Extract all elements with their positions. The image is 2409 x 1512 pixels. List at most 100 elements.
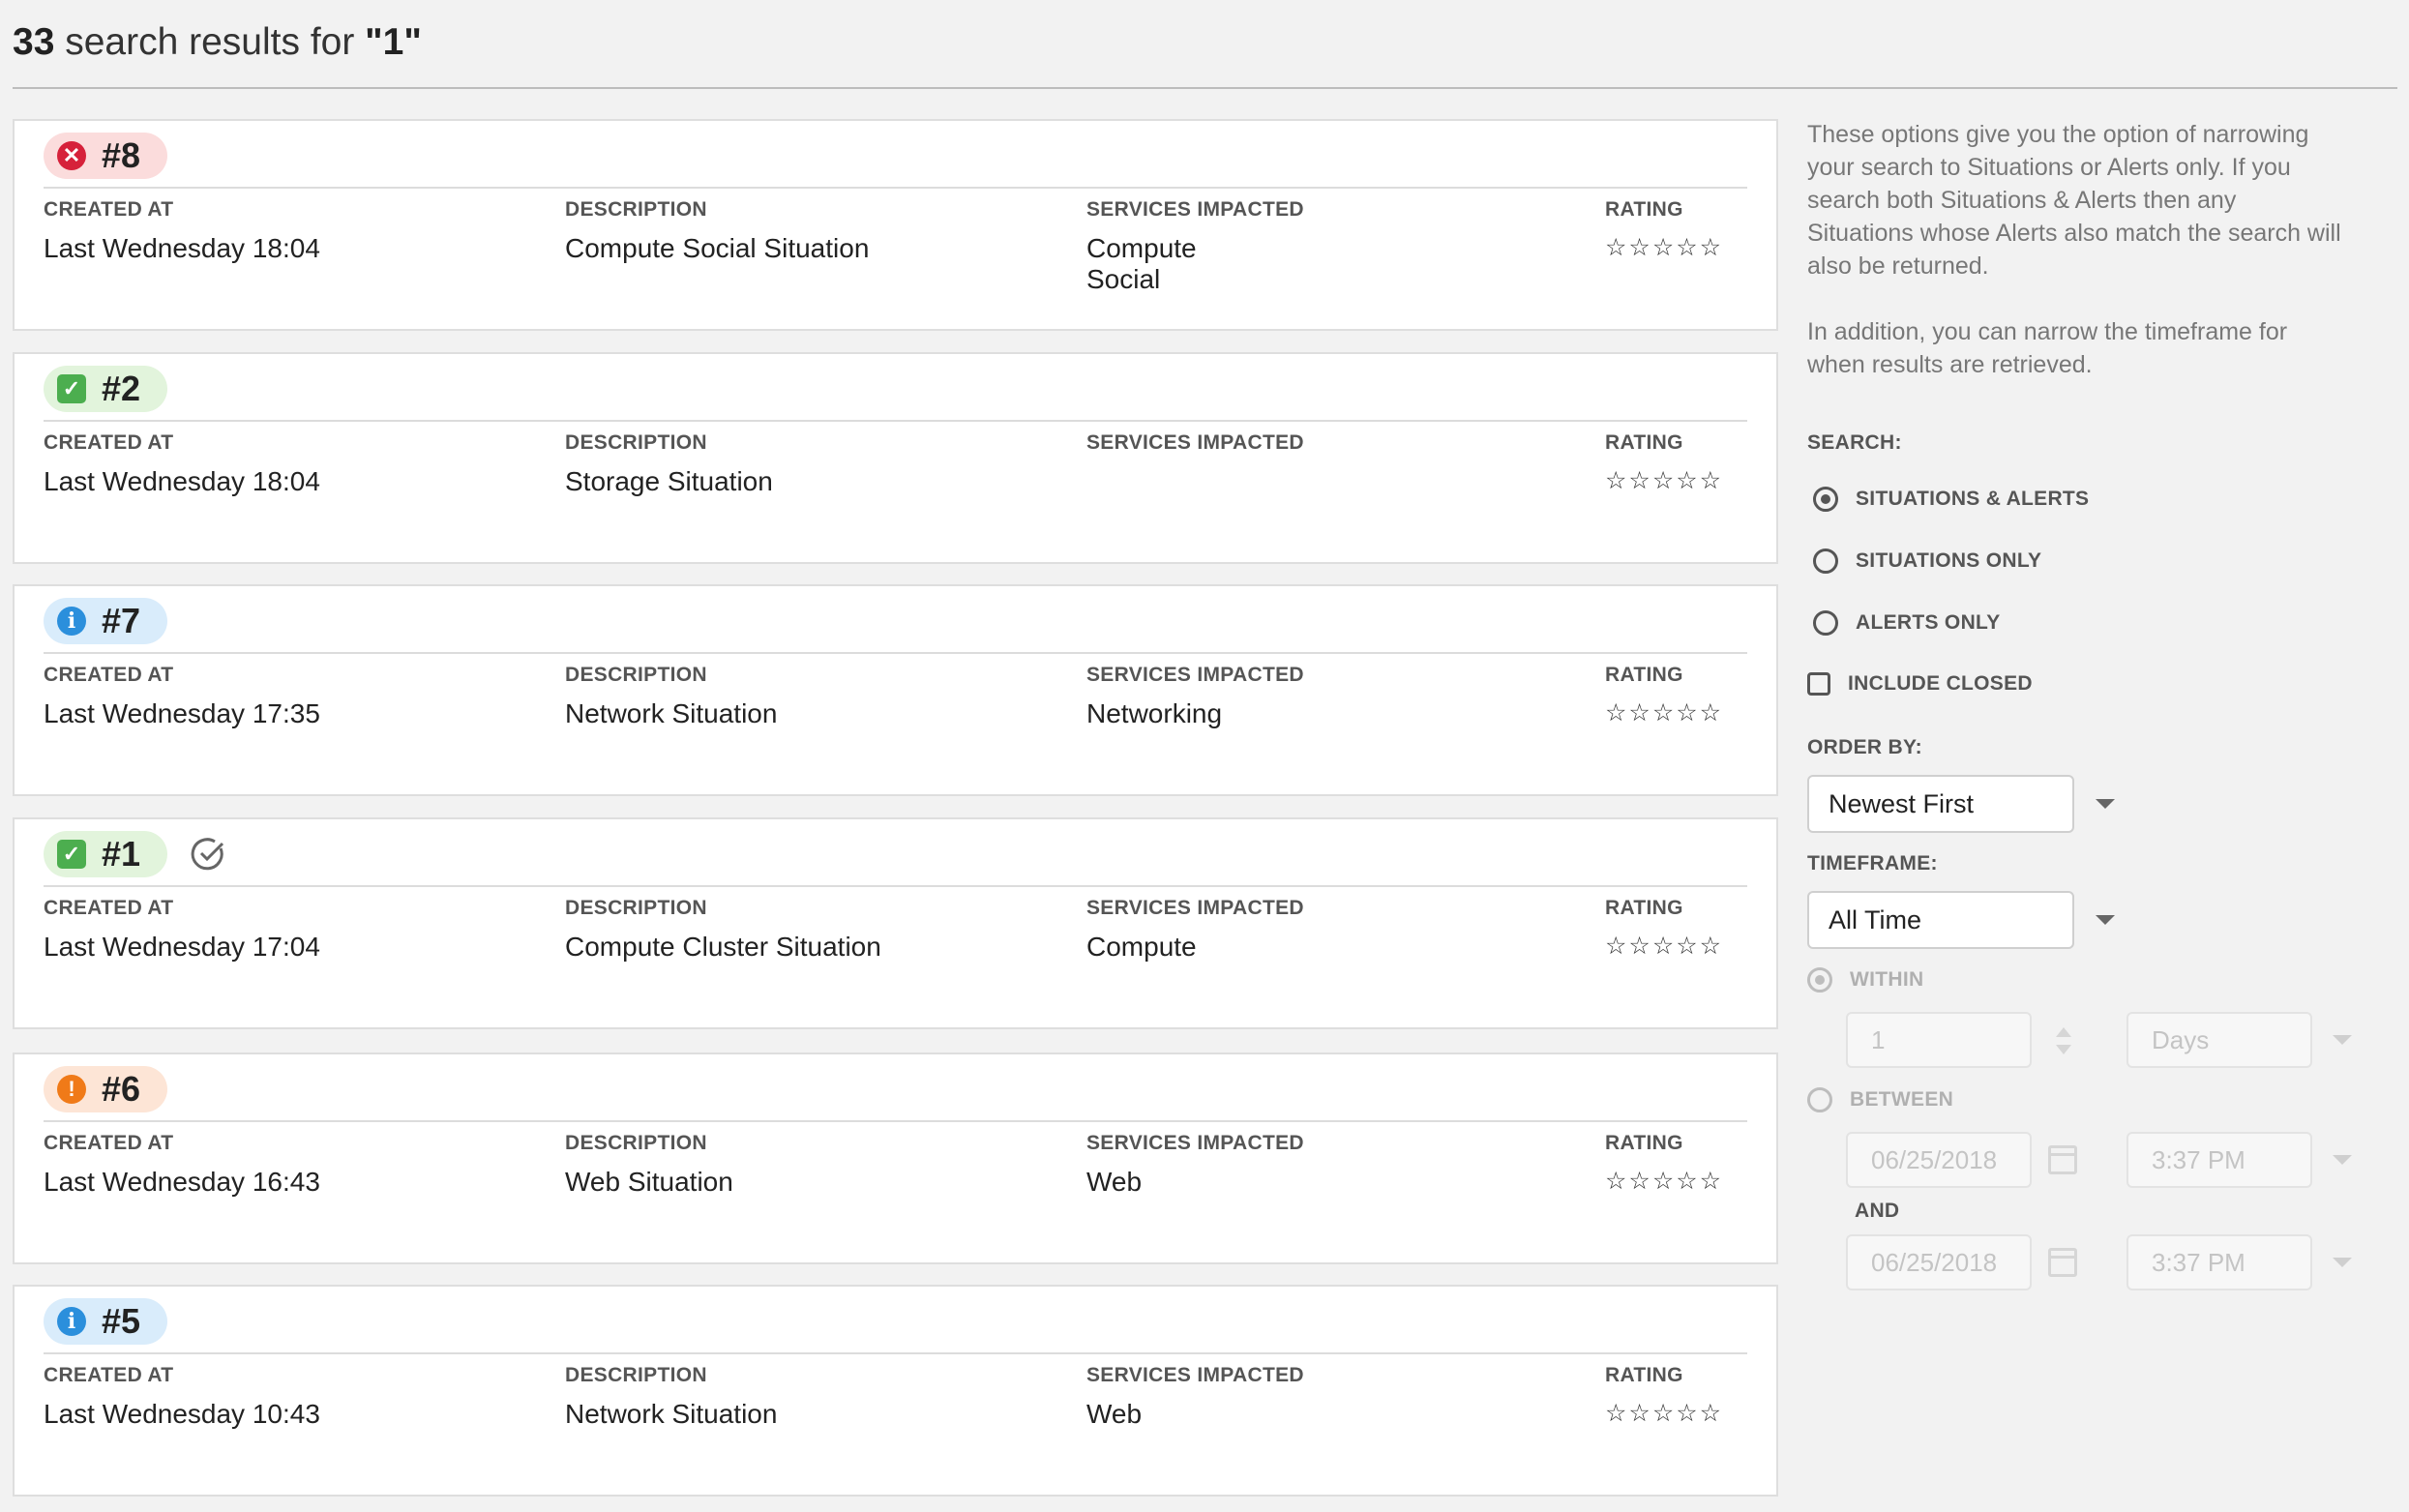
services-impacted-column: SERVICES IMPACTED Web bbox=[1086, 1364, 1304, 1430]
radio-icon[interactable] bbox=[1813, 610, 1838, 636]
rating-column: RATING ☆☆☆☆☆ bbox=[1605, 664, 1723, 726]
chevron-down-icon[interactable] bbox=[2333, 1258, 2352, 1267]
situation-id-badge[interactable]: i #5 bbox=[44, 1298, 168, 1345]
info-icon: i bbox=[57, 1307, 86, 1336]
from-date-value: 06/25/2018 bbox=[1871, 1144, 1998, 1174]
include-closed-checkbox[interactable]: INCLUDE CLOSED bbox=[1807, 672, 2033, 696]
to-date-input[interactable]: 06/25/2018 bbox=[1846, 1234, 2032, 1290]
created-at-column: CREATED AT Last Wednesday 16:43 bbox=[44, 1132, 320, 1198]
situation-id-badge[interactable]: ! #6 bbox=[44, 1066, 168, 1112]
card-divider bbox=[44, 1352, 1747, 1354]
chevron-down-icon[interactable] bbox=[2333, 1035, 2352, 1045]
situation-id-badge[interactable]: ✓ #2 bbox=[44, 366, 168, 412]
description-label: DESCRIPTION bbox=[565, 664, 707, 686]
order-by-select[interactable]: Newest First bbox=[1807, 775, 2074, 833]
situation-id-badge[interactable]: ✕ #8 bbox=[44, 133, 168, 179]
within-amount-input[interactable]: 1 bbox=[1846, 1012, 2032, 1068]
services-impacted-label: SERVICES IMPACTED bbox=[1086, 664, 1304, 686]
created-at-label: CREATED AT bbox=[44, 897, 174, 919]
within-unit-value: Days bbox=[2152, 1024, 2210, 1054]
from-time-select[interactable]: 3:37 PM bbox=[2126, 1132, 2312, 1188]
description-column: DESCRIPTION Storage Situation bbox=[565, 431, 773, 497]
from-time-value: 3:37 PM bbox=[2152, 1144, 2245, 1174]
radio-alerts-only[interactable]: ALERTS ONLY bbox=[1813, 610, 2001, 636]
star-rating[interactable]: ☆☆☆☆☆ bbox=[1605, 466, 1723, 494]
chevron-down-icon[interactable] bbox=[2333, 1155, 2352, 1165]
chevron-down-icon[interactable] bbox=[2096, 799, 2115, 809]
created-at-column: CREATED AT Last Wednesday 10:43 bbox=[44, 1364, 320, 1430]
chevron-down-icon[interactable] bbox=[2096, 915, 2115, 925]
info-icon: i bbox=[57, 607, 86, 636]
help-text: These options give you the option of nar… bbox=[1807, 118, 2349, 381]
service-name: Compute bbox=[1086, 932, 1197, 962]
radio-label: ALERTS ONLY bbox=[1856, 611, 2001, 634]
from-date-input[interactable]: 06/25/2018 bbox=[1846, 1132, 2032, 1188]
services-impacted-column: SERVICES IMPACTED Compute Social bbox=[1086, 198, 1304, 295]
checkbox-icon[interactable] bbox=[1807, 672, 1830, 696]
calendar-icon[interactable] bbox=[2048, 1145, 2077, 1174]
heading-text: search results for bbox=[54, 21, 366, 63]
star-rating[interactable]: ☆☆☆☆☆ bbox=[1605, 932, 1723, 960]
services-impacted-column: SERVICES IMPACTED Networking bbox=[1086, 664, 1304, 729]
rating-column: RATING ☆☆☆☆☆ bbox=[1605, 431, 1723, 494]
situation-id-badge[interactable]: ✓ #1 bbox=[44, 831, 168, 877]
star-rating[interactable]: ☆☆☆☆☆ bbox=[1605, 1399, 1723, 1427]
result-header: ✓ #2 bbox=[44, 366, 168, 412]
help-paragraph-2: In addition, you can narrow the timefram… bbox=[1807, 318, 2288, 378]
situation-id-badge[interactable]: i #7 bbox=[44, 598, 168, 644]
services-impacted-label: SERVICES IMPACTED bbox=[1086, 897, 1304, 919]
to-date-value: 06/25/2018 bbox=[1871, 1247, 1998, 1277]
radio-situations-only[interactable]: SITUATIONS ONLY bbox=[1813, 548, 2041, 574]
created-at-label: CREATED AT bbox=[44, 1132, 174, 1154]
result-card[interactable]: i #5 CREATED AT Last Wednesday 10:43 DES… bbox=[13, 1285, 1778, 1497]
star-rating[interactable]: ☆☆☆☆☆ bbox=[1605, 1167, 1723, 1195]
description-column: DESCRIPTION Network Situation bbox=[565, 664, 777, 729]
stepper-icon[interactable] bbox=[2054, 1022, 2073, 1060]
to-time-select[interactable]: 3:37 PM bbox=[2126, 1234, 2312, 1290]
radio-within[interactable]: WITHIN bbox=[1807, 967, 1923, 993]
timeframe-label: TIMEFRAME: bbox=[1807, 852, 1938, 875]
radio-selected-icon[interactable] bbox=[1807, 967, 1832, 993]
created-at-value: Last Wednesday 17:04 bbox=[44, 932, 320, 962]
radio-label: BETWEEN bbox=[1850, 1088, 1954, 1111]
description-label: DESCRIPTION bbox=[565, 897, 707, 919]
radio-label: SITUATIONS ONLY bbox=[1856, 549, 2042, 572]
situation-id: #2 bbox=[102, 369, 141, 408]
radio-icon[interactable] bbox=[1807, 1087, 1832, 1112]
radio-icon[interactable] bbox=[1813, 548, 1838, 574]
situation-id: #8 bbox=[102, 135, 141, 175]
result-card[interactable]: i #7 CREATED AT Last Wednesday 17:35 DES… bbox=[13, 584, 1778, 796]
created-at-label: CREATED AT bbox=[44, 1364, 174, 1386]
services-impacted-label: SERVICES IMPACTED bbox=[1086, 198, 1304, 221]
result-count: 33 bbox=[13, 21, 55, 63]
exclamation-icon: ! bbox=[57, 1075, 86, 1104]
result-card[interactable]: ! #6 CREATED AT Last Wednesday 16:43 DES… bbox=[13, 1052, 1778, 1264]
result-card[interactable]: ✓ #2 CREATED AT Last Wednesday 18:04 DES… bbox=[13, 352, 1778, 564]
rating-label: RATING bbox=[1605, 1132, 1683, 1154]
result-header: i #5 bbox=[44, 1298, 168, 1345]
radio-between[interactable]: BETWEEN bbox=[1807, 1087, 1953, 1112]
result-header: ✓ #1 bbox=[44, 831, 227, 877]
timeframe-select[interactable]: All Time bbox=[1807, 891, 2074, 949]
star-rating[interactable]: ☆☆☆☆☆ bbox=[1605, 698, 1723, 726]
calendar-icon[interactable] bbox=[2048, 1248, 2077, 1277]
created-at-value: Last Wednesday 18:04 bbox=[44, 466, 320, 496]
star-rating[interactable]: ☆☆☆☆☆ bbox=[1605, 233, 1723, 261]
radio-label: WITHIN bbox=[1850, 968, 1924, 991]
service-name: Networking bbox=[1086, 698, 1223, 728]
description-column: DESCRIPTION Compute Cluster Situation bbox=[565, 897, 881, 963]
within-unit-select[interactable]: Days bbox=[2126, 1012, 2312, 1068]
result-card[interactable]: ✕ #8 CREATED AT Last Wednesday 18:04 DES… bbox=[13, 119, 1778, 331]
situation-id: #7 bbox=[102, 601, 141, 640]
created-at-value: Last Wednesday 18:04 bbox=[44, 233, 320, 263]
radio-situations-alerts[interactable]: SITUATIONS & ALERTS bbox=[1813, 487, 2089, 512]
result-card[interactable]: ✓ #1 CREATED AT Last Wednesday 17:04 DES… bbox=[13, 817, 1778, 1029]
rating-column: RATING ☆☆☆☆☆ bbox=[1605, 897, 1723, 960]
rating-label: RATING bbox=[1605, 431, 1683, 454]
services-impacted-label: SERVICES IMPACTED bbox=[1086, 1364, 1304, 1386]
radio-selected-icon[interactable] bbox=[1813, 487, 1838, 512]
description-label: DESCRIPTION bbox=[565, 1364, 707, 1386]
rating-column: RATING ☆☆☆☆☆ bbox=[1605, 198, 1723, 261]
description-column: DESCRIPTION Network Situation bbox=[565, 1364, 777, 1430]
order-by-value: Newest First bbox=[1829, 788, 1975, 818]
